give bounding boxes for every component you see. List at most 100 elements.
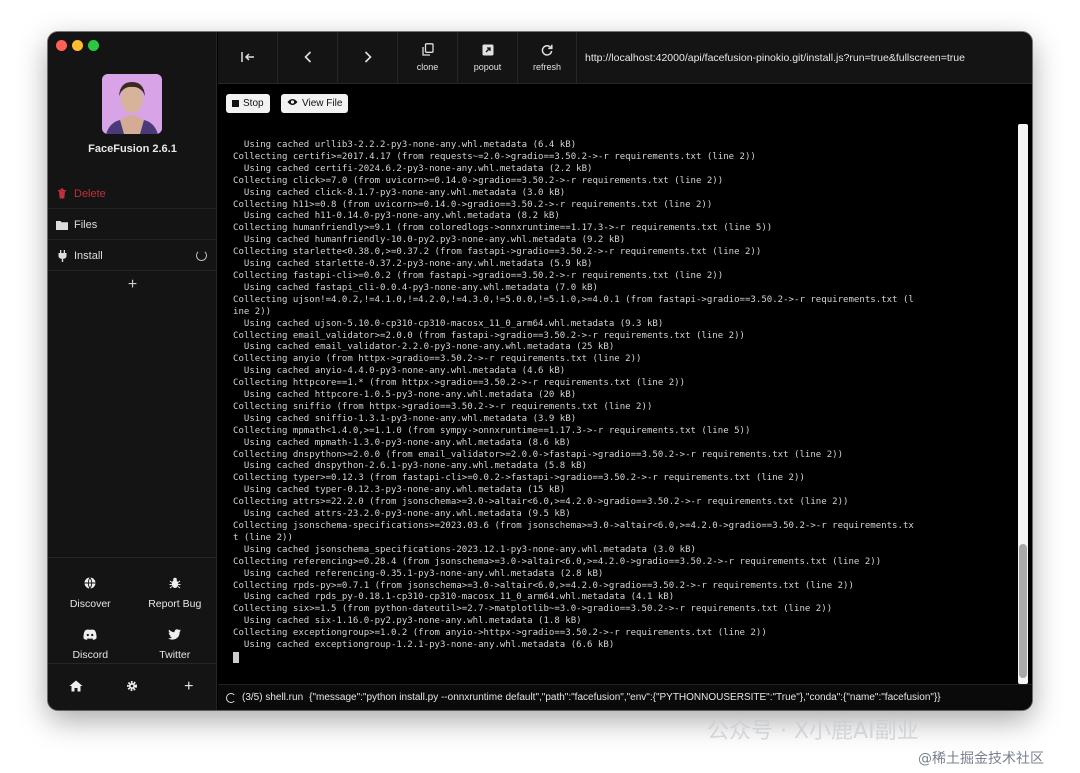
- terminal-line: Using cached attrs-23.2.0-py3-none-any.w…: [233, 509, 571, 520]
- terminal-line: Using cached click-8.1.7-py3-none-any.wh…: [233, 187, 566, 198]
- terminal-line: Collecting ujson!=4.0.2,!=4.1.0,!=4.2.0,…: [233, 294, 914, 305]
- popout-button[interactable]: popout: [458, 32, 518, 83]
- folder-icon: [56, 219, 68, 231]
- terminal-line: Using cached fastapi_cli-0.0.4-py3-none-…: [233, 282, 598, 293]
- app-title: FaceFusion 2.6.1: [88, 143, 177, 155]
- forward-button[interactable]: [338, 32, 398, 83]
- chevron-left-icon: [303, 50, 312, 65]
- sidebar-item-label: Install: [74, 249, 103, 262]
- status-message: {"message":"python install.py --onnxrunt…: [309, 692, 941, 703]
- sidebar-item-install[interactable]: Install: [48, 241, 217, 271]
- sidebar-footer: +: [48, 663, 217, 710]
- terminal-line: Collecting anyio (from httpx->gradio==3.…: [233, 354, 642, 365]
- terminal-line: Using cached exceptiongroup-1.2.1-py3-no…: [233, 640, 615, 651]
- report-bug-link[interactable]: Report Bug: [133, 568, 218, 618]
- view-file-label: View File: [302, 98, 343, 109]
- report-bug-label: Report Bug: [148, 597, 202, 610]
- terminal-cursor: [233, 651, 239, 663]
- trash-icon: [56, 188, 68, 200]
- discover-link[interactable]: Discover: [48, 568, 133, 618]
- terminal-line: Collecting attrs>=22.2.0 (from jsonschem…: [233, 497, 849, 508]
- terminal-line: Collecting jsonschema-specifications>=20…: [233, 521, 914, 531]
- twitter-label: Twitter: [159, 649, 191, 661]
- terminal-line: Collecting typer>=0.12.3 (from fastapi-c…: [233, 473, 805, 484]
- add-item-button[interactable]: +: [48, 276, 217, 294]
- status-step: (3/5) shell.run: [242, 692, 304, 703]
- terminal-line: Using cached starlette-0.37.2-py3-none-a…: [233, 259, 593, 270]
- terminal-line: t (line 2)): [233, 532, 293, 543]
- terminal-line: Using cached humanfriendly-10.0-py2.py3-…: [233, 235, 626, 246]
- minimize-window-button[interactable]: [72, 40, 83, 51]
- eye-icon: [287, 98, 298, 109]
- terminal-line: Collecting humanfriendly>=9.1 (from colo…: [233, 223, 773, 234]
- terminal-line: Collecting rpds-py>=0.7.1 (from jsonsche…: [233, 580, 854, 591]
- terminal-scrollbar[interactable]: [1018, 124, 1028, 684]
- copy-icon: [421, 43, 434, 58]
- terminal-line: Collecting httpcore==1.* (from httpx->gr…: [233, 378, 686, 389]
- terminal-line: Collecting sniffio (from httpx->gradio==…: [233, 401, 653, 412]
- terminal-line: Using cached certifi-2024.6.2-py3-none-a…: [233, 163, 593, 174]
- terminal-line: Collecting click>=7.0 (from uvicorn>=0.1…: [233, 175, 724, 186]
- scrollbar-thumb[interactable]: [1019, 544, 1027, 678]
- clone-button[interactable]: clone: [398, 32, 458, 83]
- discover-label: Discover: [69, 597, 111, 610]
- popout-label: popout: [473, 61, 502, 72]
- globe-icon: [84, 576, 96, 592]
- home-button[interactable]: [48, 680, 104, 695]
- sidebar-item-label: Files: [74, 218, 98, 231]
- sidebar-links-row: Discover Report Bug: [48, 568, 217, 618]
- app-avatar[interactable]: [102, 74, 162, 134]
- popout-icon: [482, 44, 494, 58]
- settings-button[interactable]: [104, 680, 160, 695]
- terminal-line: Collecting certifi>=2017.4.17 (from requ…: [233, 151, 756, 162]
- window-controls: [56, 40, 99, 51]
- terminal-line: Using cached referencing-0.35.1-py3-none…: [233, 568, 604, 579]
- terminal-line: Collecting dnspython>=2.0.0 (from email_…: [233, 449, 844, 460]
- terminal-line: Using cached h11-0.14.0-py3-none-any.whl…: [233, 211, 560, 222]
- terminal-line: Using cached dnspython-2.6.1-py3-none-an…: [233, 461, 588, 472]
- terminal-line: Using cached rpds_py-0.18.1-cp310-cp310-…: [233, 592, 675, 603]
- loading-spinner-icon: [196, 250, 207, 261]
- bug-icon: [169, 577, 181, 592]
- exit-fullscreen-button[interactable]: [218, 32, 278, 83]
- plug-icon: [56, 249, 68, 262]
- terminal-line: Collecting mpmath<1.4.0,>=1.1.0 (from sy…: [233, 425, 751, 436]
- back-button[interactable]: [278, 32, 338, 83]
- terminal-line: Collecting exceptiongroup>=1.0.2 (from a…: [233, 628, 767, 639]
- terminal-line: Using cached mpmath-1.3.0-py3-none-any.w…: [233, 437, 571, 448]
- terminal-line: Using cached anyio-4.4.0-py3-none-any.wh…: [233, 366, 566, 377]
- terminal-line: Using cached urllib3-2.2.2-py3-none-any.…: [233, 140, 577, 150]
- terminal-line: Using cached email_validator-2.2.0-py3-n…: [233, 342, 615, 353]
- view-file-button[interactable]: View File: [281, 94, 349, 113]
- maximize-window-button[interactable]: [88, 40, 99, 51]
- terminal-line: ine 2)): [233, 306, 272, 317]
- sidebar-item-files[interactable]: Files: [48, 210, 217, 240]
- watermark-wechat: 公众号 · X小鹿AI副业: [707, 719, 919, 744]
- terminal-line: Using cached sniffio-1.3.1-py3-none-any.…: [233, 413, 577, 424]
- clone-label: clone: [416, 62, 439, 72]
- sidebar-item-delete[interactable]: Delete: [48, 179, 217, 209]
- url-bar[interactable]: http://localhost:42000/api/facefusion-pi…: [576, 32, 1032, 83]
- home-icon: [69, 680, 83, 695]
- discord-icon: [83, 629, 97, 643]
- sidebar-item-label: Delete: [74, 187, 106, 200]
- terminal-line: Collecting h11>=0.8 (from uvicorn>=0.14.…: [233, 199, 713, 210]
- url-text: http://localhost:42000/api/facefusion-pi…: [585, 51, 965, 64]
- gear-icon: [126, 680, 138, 695]
- terminal-line: Collecting six>=1.5 (from python-dateuti…: [233, 604, 833, 615]
- terminal-line: Collecting starlette<0.38.0,>=0.37.2 (fr…: [233, 247, 762, 258]
- close-window-button[interactable]: [56, 40, 67, 51]
- terminal-output[interactable]: Using cached urllib3-2.2.2-py3-none-any.…: [233, 140, 1016, 675]
- portrait-image: [102, 74, 162, 134]
- twitter-icon: [168, 629, 182, 643]
- terminal-line: Collecting referencing>=0.28.4 (from jso…: [233, 556, 882, 567]
- action-bar: Stop View File: [218, 85, 1032, 121]
- stop-button[interactable]: Stop: [226, 94, 270, 113]
- exit-icon: [240, 51, 255, 65]
- status-bar: (3/5) shell.run {"message":"python insta…: [218, 684, 1032, 710]
- refresh-button[interactable]: refresh: [518, 32, 576, 83]
- sidebar-divider: [48, 557, 217, 558]
- status-spinner-icon: [226, 692, 236, 703]
- footer-add-button[interactable]: +: [161, 678, 217, 696]
- terminal-cursor-line: [233, 651, 1016, 665]
